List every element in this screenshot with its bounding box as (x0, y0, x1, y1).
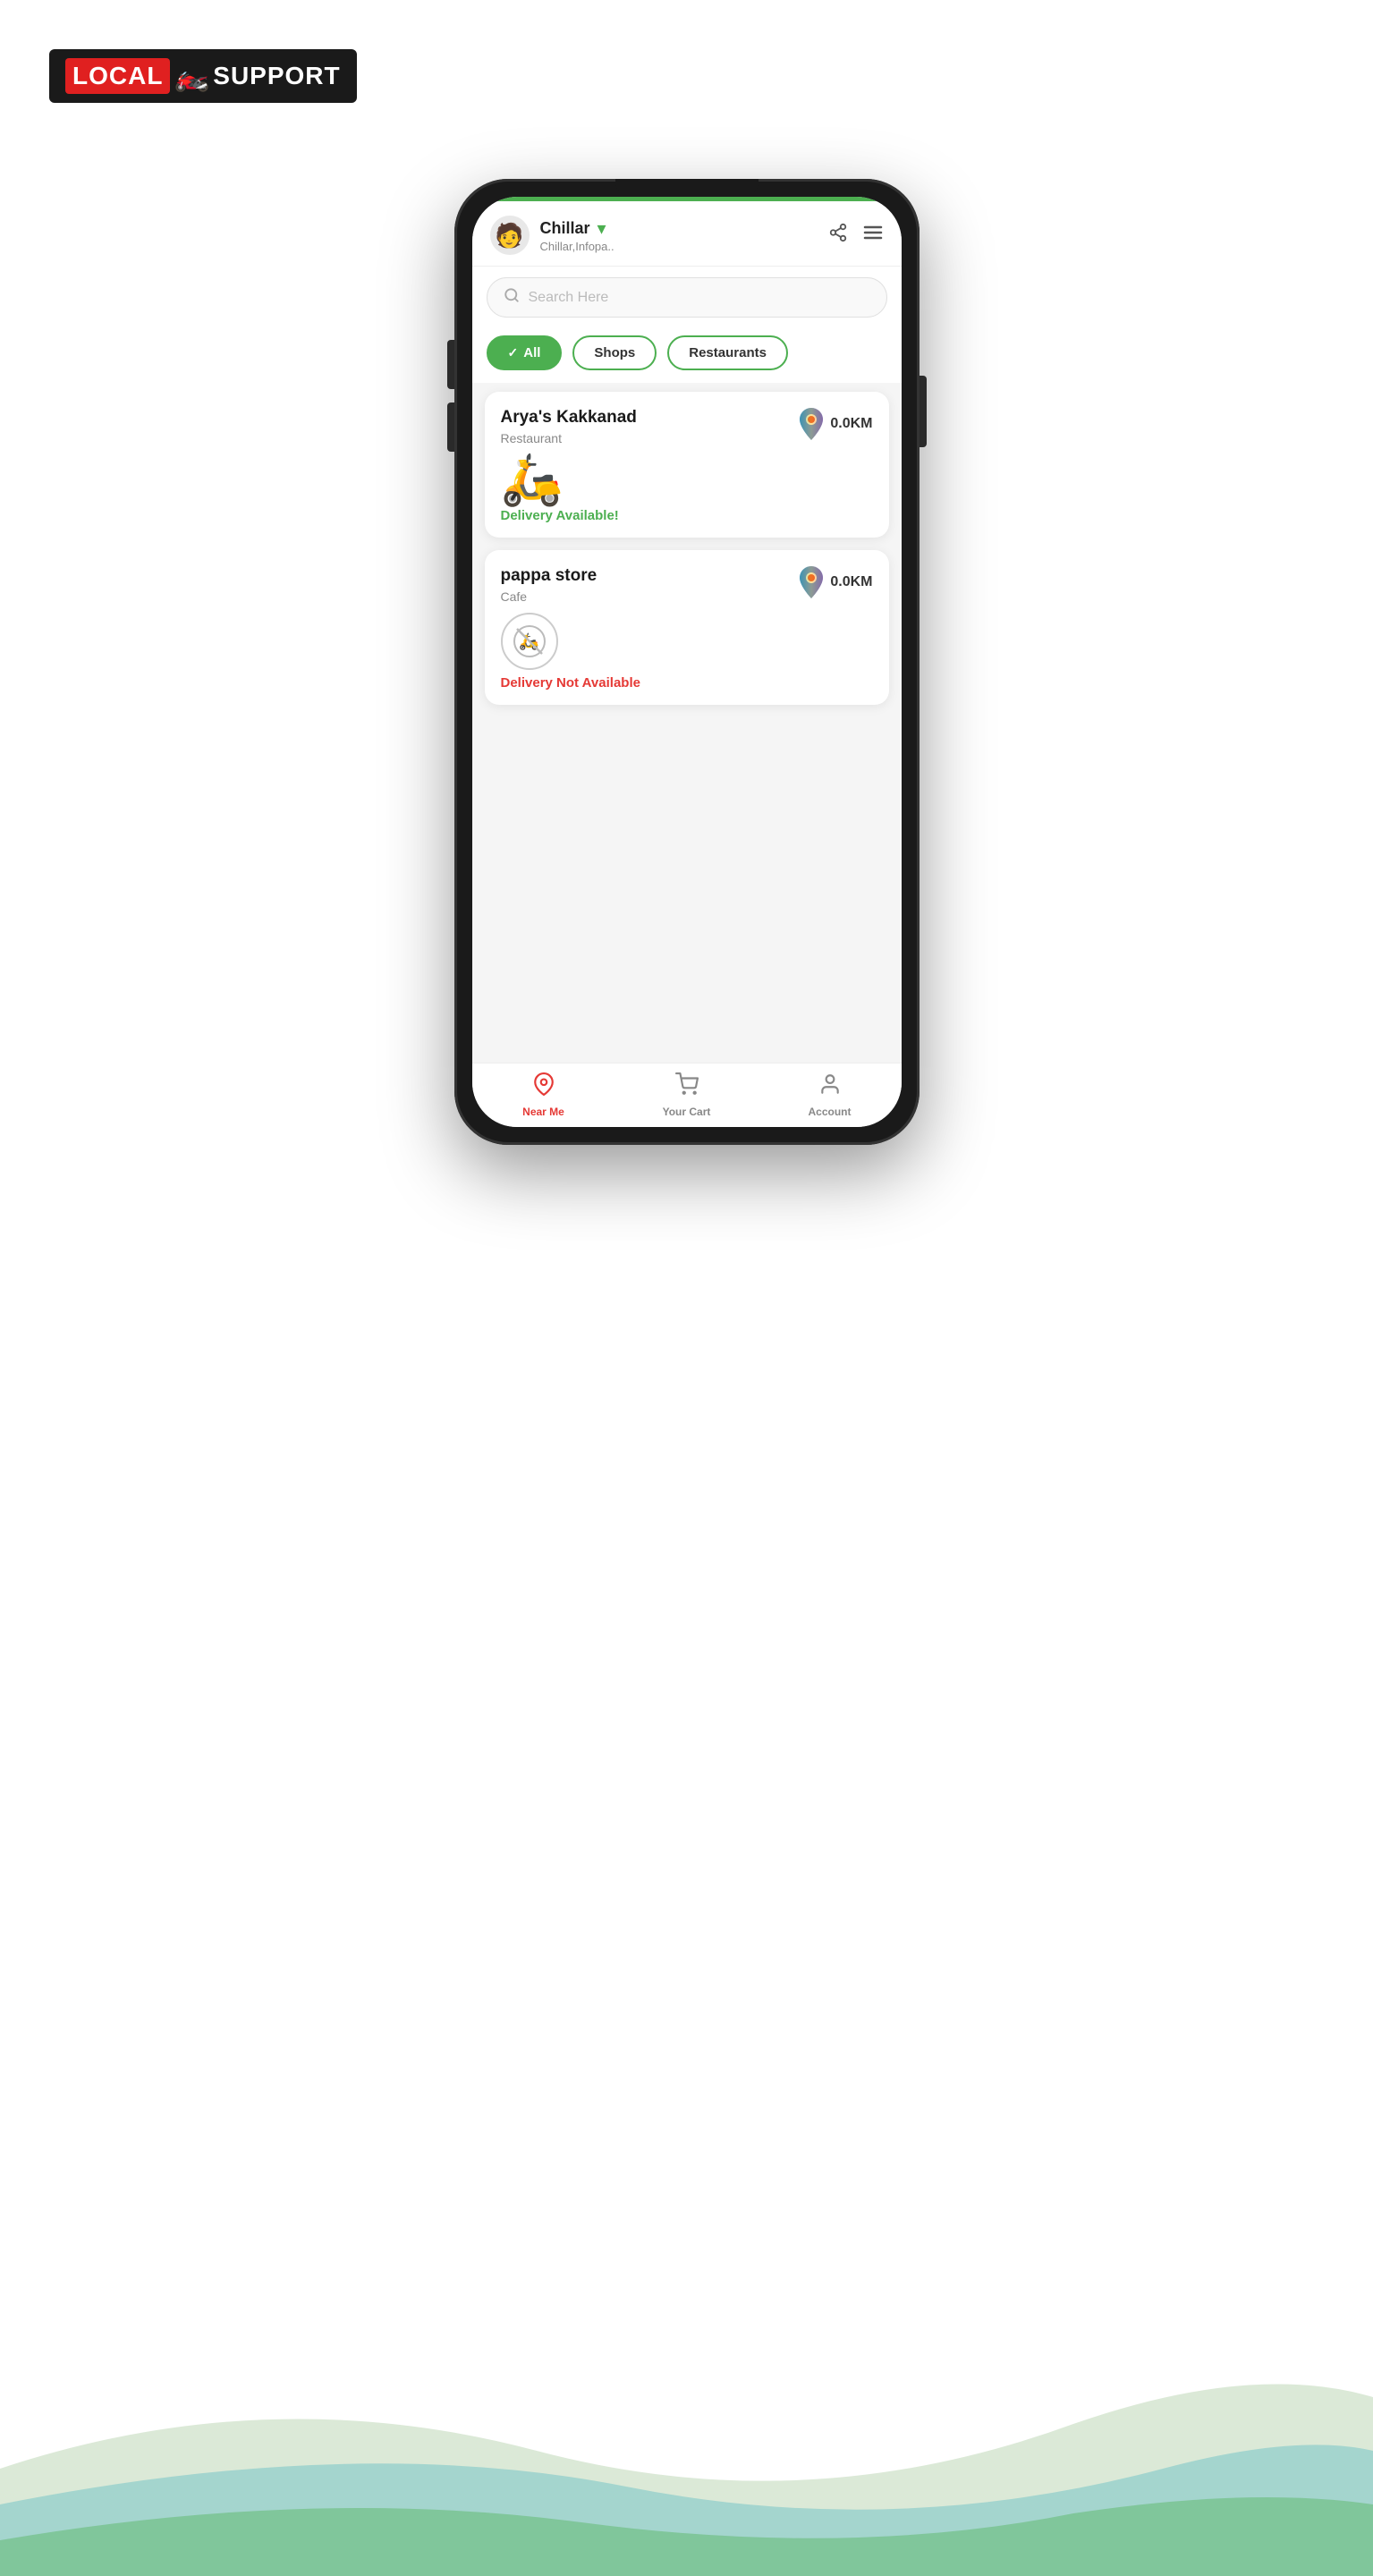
logo-box: LOCAL 🏍️ SUPPORT (49, 49, 357, 103)
search-bar[interactable]: Search Here (487, 277, 887, 318)
delivery-status-1: Delivery Available! (501, 508, 619, 523)
store-name-2: pappa store (501, 566, 598, 586)
filter-all-label: All (523, 345, 540, 360)
phone-screen: 🧑 Chillar ▾ Chillar,Infopa.. (472, 197, 902, 1127)
logo-container: LOCAL 🏍️ SUPPORT (49, 49, 357, 103)
filter-restaurants-button[interactable]: Restaurants (667, 335, 788, 370)
header-location[interactable]: Chillar ▾ Chillar,Infopa.. (540, 217, 818, 253)
filter-restaurants-label: Restaurants (689, 345, 767, 360)
store-card-2[interactable]: pappa store Cafe (485, 550, 889, 705)
account-label: Account (809, 1106, 852, 1118)
app-header: 🧑 Chillar ▾ Chillar,Infopa.. (472, 201, 902, 267)
search-icon (504, 287, 520, 308)
search-placeholder: Search Here (529, 290, 609, 306)
store-type-1: Restaurant (501, 431, 637, 445)
filter-shops-label: Shops (594, 345, 635, 360)
filter-tabs: ✓ All Shops Restaurants (472, 328, 902, 383)
store-name-1: Arya's Kakkanad (501, 408, 637, 428)
store-list: Arya's Kakkanad Restaurant (472, 383, 902, 1063)
distance-value-1: 0.0KM (830, 416, 872, 432)
account-icon (818, 1072, 842, 1102)
phone-button-vol-up (447, 340, 454, 389)
share-icon[interactable] (828, 223, 848, 248)
near-me-label: Near Me (522, 1106, 564, 1118)
nav-your-cart[interactable]: Your Cart (615, 1063, 759, 1127)
near-me-icon (532, 1072, 555, 1102)
phone-frame: 🧑 Chillar ▾ Chillar,Infopa.. (454, 179, 920, 1145)
store-distance-1: 0.0KM (798, 408, 872, 440)
map-pin-icon-1 (798, 408, 825, 440)
chevron-down-icon: ▾ (598, 217, 606, 240)
distance-value-2: 0.0KM (830, 574, 872, 590)
no-delivery-icon: 🛵 (501, 613, 558, 670)
nav-near-me[interactable]: Near Me (472, 1063, 615, 1127)
phone-button-vol-down (447, 402, 454, 452)
bottom-nav: Near Me Your Cart Accoun (472, 1063, 902, 1127)
phone-button-power (920, 376, 927, 447)
delivery-section-2: 🛵 Delivery Not Available (501, 613, 873, 691)
store-card-header-2: pappa store Cafe (501, 566, 873, 604)
filter-all-button[interactable]: ✓ All (487, 335, 563, 370)
delivery-scooter-icon: 🛵 (501, 454, 564, 504)
logo-red-text: LOCAL (65, 58, 170, 94)
store-card-1[interactable]: Arya's Kakkanad Restaurant (485, 392, 889, 538)
menu-icon[interactable] (862, 222, 884, 249)
store-info-1: Arya's Kakkanad Restaurant (501, 408, 637, 445)
header-city: Chillar (540, 219, 590, 238)
store-type-2: Cafe (501, 589, 598, 604)
header-actions (828, 222, 884, 249)
cart-icon (675, 1072, 699, 1102)
delivery-section-1: 🛵 Delivery Available! (501, 454, 873, 523)
filter-shops-button[interactable]: Shops (572, 335, 657, 370)
nav-account[interactable]: Account (759, 1063, 902, 1127)
header-address: Chillar,Infopa.. (540, 240, 818, 253)
delivery-status-2: Delivery Not Available (501, 675, 640, 691)
phone-notch (615, 179, 759, 195)
store-card-header-1: Arya's Kakkanad Restaurant (501, 408, 873, 445)
check-icon: ✓ (508, 345, 519, 360)
user-avatar: 🧑 (490, 216, 530, 255)
search-container: Search Here (472, 267, 902, 328)
logo-white-text: SUPPORT (213, 62, 340, 90)
store-info-2: pappa store Cafe (501, 566, 598, 604)
map-pin-icon-2 (798, 566, 825, 598)
store-distance-2: 0.0KM (798, 566, 872, 598)
your-cart-label: Your Cart (663, 1106, 711, 1118)
